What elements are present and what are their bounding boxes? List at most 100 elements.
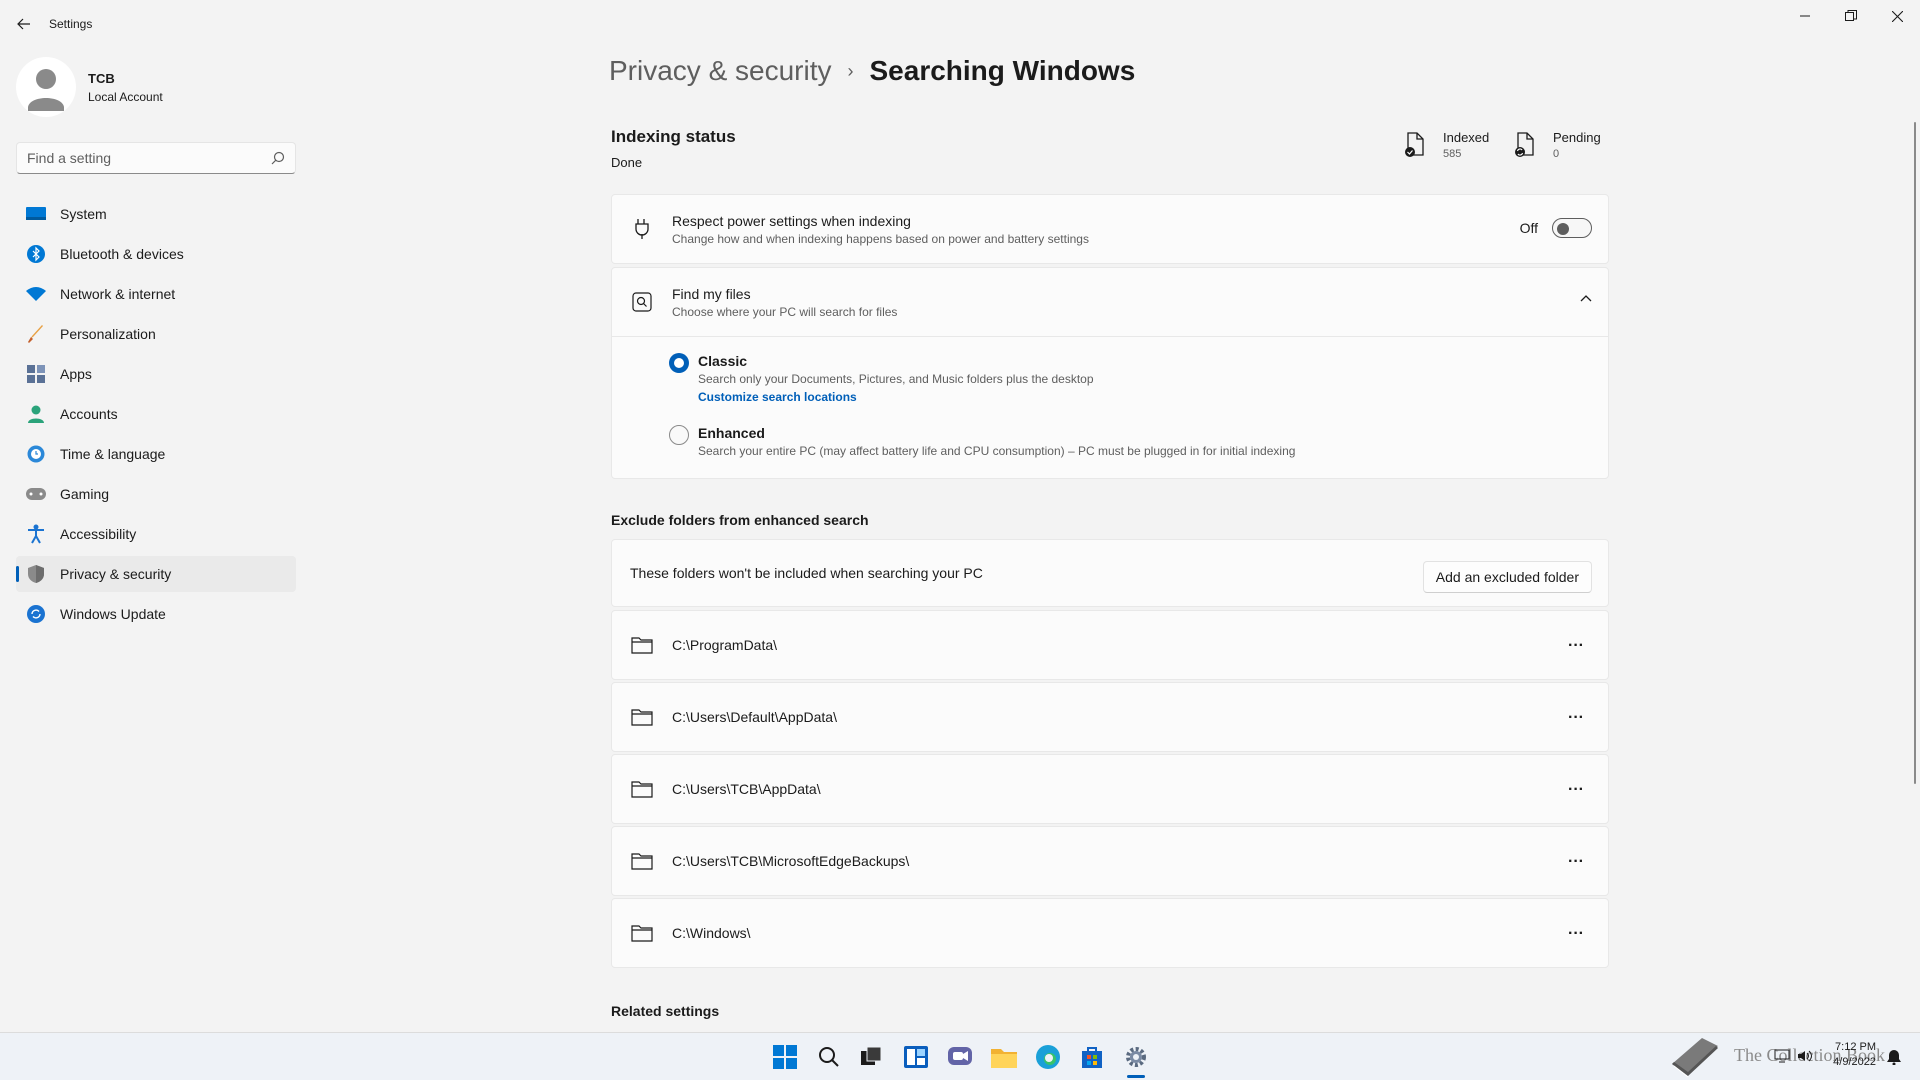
sidebar-item-windows-update[interactable]: Windows Update <box>16 596 296 632</box>
classic-title: Classic <box>698 353 748 369</box>
breadcrumb-parent[interactable]: Privacy & security <box>609 55 832 87</box>
back-button[interactable] <box>10 10 38 38</box>
folder-path: C:\ProgramData\ <box>672 637 778 653</box>
excluded-folder-row: C:\Users\TCB\MicrosoftEdgeBackups\ ··· <box>611 826 1609 896</box>
restore-icon <box>1845 10 1857 21</box>
power-plug-icon <box>630 217 654 241</box>
network-icon[interactable] <box>1774 1049 1790 1063</box>
indexed-stat: Indexed 585 <box>1403 130 1489 160</box>
user-profile[interactable]: TCB Local Account <box>16 57 163 117</box>
clock-time: 7:12 PM <box>1835 1041 1876 1053</box>
file-explorer-button[interactable] <box>990 1043 1018 1071</box>
search-icon <box>819 1047 839 1067</box>
classic-option[interactable]: Classic Search only your Documents, Pict… <box>612 353 1608 404</box>
sidebar-item-label: Gaming <box>60 486 110 502</box>
close-button[interactable] <box>1874 0 1920 32</box>
sidebar-item-system[interactable]: System <box>16 196 296 232</box>
title-bar: Settings <box>0 0 1920 48</box>
breadcrumb: Privacy & security › Searching Windows <box>609 55 1135 87</box>
shield-icon <box>26 564 46 584</box>
arrow-left-icon <box>17 18 30 30</box>
chat-button[interactable] <box>946 1043 974 1071</box>
power-settings-toggle[interactable] <box>1552 218 1592 238</box>
sidebar-item-bluetooth[interactable]: Bluetooth & devices <box>16 236 296 272</box>
excluded-folder-row: C:\Users\Default\AppData\ ··· <box>611 682 1609 752</box>
sidebar-item-personalization[interactable]: Personalization <box>16 316 296 352</box>
folder-path: C:\Windows\ <box>672 925 751 941</box>
document-check-icon <box>1405 132 1424 157</box>
restore-button[interactable] <box>1828 0 1874 32</box>
add-excluded-folder-button[interactable]: Add an excluded folder <box>1422 561 1592 593</box>
sidebar-item-privacy-security[interactable]: Privacy & security <box>16 556 296 592</box>
enhanced-subtitle: Search your entire PC (may affect batter… <box>698 444 1296 458</box>
more-options-icon[interactable]: ··· <box>1568 925 1584 943</box>
gear-icon <box>1126 1047 1146 1067</box>
more-options-icon[interactable]: ··· <box>1568 709 1584 727</box>
folder-icon <box>630 921 654 945</box>
enhanced-option[interactable]: Enhanced Search your entire PC (may affe… <box>612 425 1608 458</box>
indexing-status-value: Done <box>611 155 643 170</box>
book-logo-icon <box>1672 1038 1718 1078</box>
folder-icon <box>630 633 654 657</box>
excluded-folder-row: C:\Users\TCB\AppData\ ··· <box>611 754 1609 824</box>
task-view-button[interactable] <box>858 1043 886 1071</box>
edge-button[interactable] <box>1034 1043 1062 1071</box>
notification-bell-icon[interactable] <box>1886 1049 1902 1065</box>
sidebar-item-time-language[interactable]: Time & language <box>16 436 296 472</box>
pending-stat: Pending 0 <box>1513 130 1601 160</box>
folder-icon <box>630 705 654 729</box>
accessibility-icon <box>26 524 46 544</box>
update-icon <box>26 604 46 624</box>
sidebar-item-label: Accounts <box>60 406 118 422</box>
sidebar-item-accessibility[interactable]: Accessibility <box>16 516 296 552</box>
scrollbar[interactable] <box>1914 122 1916 784</box>
more-options-icon[interactable]: ··· <box>1568 781 1584 799</box>
sidebar-item-label: Personalization <box>60 326 156 342</box>
sidebar-item-label: Privacy & security <box>60 566 172 582</box>
start-button[interactable] <box>771 1043 799 1071</box>
more-options-icon[interactable]: ··· <box>1568 853 1584 871</box>
minimize-button[interactable] <box>1782 0 1828 32</box>
document-sync-icon <box>1515 132 1534 157</box>
person-avatar-icon <box>28 69 64 111</box>
sidebar-item-accounts[interactable]: Accounts <box>16 396 296 432</box>
find-my-files-header[interactable]: Find my files Choose where your PC will … <box>612 268 1608 336</box>
excluded-folder-row: C:\ProgramData\ ··· <box>611 610 1609 680</box>
indexing-status-title: Indexing status <box>611 127 736 146</box>
volume-icon[interactable] <box>1797 1049 1813 1063</box>
taskbar-clock[interactable]: 7:12 PM 4/9/2022 <box>1820 1041 1876 1068</box>
indexed-count: 585 <box>1443 148 1462 160</box>
enhanced-radio[interactable] <box>669 425 689 445</box>
profile-name: TCB <box>88 70 115 86</box>
excluded-folder-row: C:\Windows\ ··· <box>611 898 1609 968</box>
folder-icon <box>991 1049 1017 1068</box>
chat-icon <box>948 1047 972 1065</box>
power-settings-title: Respect power settings when indexing <box>672 212 911 229</box>
folder-path: C:\Users\Default\AppData\ <box>672 709 837 725</box>
taskbar-search-button[interactable] <box>815 1043 843 1071</box>
active-app-indicator <box>1127 1075 1145 1078</box>
sidebar-item-network[interactable]: Network & internet <box>16 276 296 312</box>
chevron-up-icon[interactable] <box>1580 294 1592 302</box>
search-box[interactable] <box>16 142 296 174</box>
find-my-files-title: Find my files <box>672 285 751 302</box>
find-my-files-card: Find my files Choose where your PC will … <box>611 267 1609 479</box>
widgets-icon <box>904 1046 928 1068</box>
pending-count: 0 <box>1553 148 1560 160</box>
classic-radio[interactable] <box>669 353 689 373</box>
sidebar-item-label: Windows Update <box>60 606 166 622</box>
widgets-button[interactable] <box>902 1043 930 1071</box>
power-settings-subtitle: Change how and when indexing happens bas… <box>672 231 1089 246</box>
store-button[interactable] <box>1078 1043 1106 1071</box>
exclude-description: These folders won't be included when sea… <box>630 565 983 581</box>
store-icon <box>1082 1047 1102 1068</box>
settings-app-button[interactable] <box>1122 1043 1150 1071</box>
close-icon <box>1891 10 1903 22</box>
brush-icon <box>26 324 46 344</box>
search-input[interactable] <box>17 150 257 166</box>
customize-search-locations-link[interactable]: Customize search locations <box>698 390 1608 404</box>
sidebar-item-apps[interactable]: Apps <box>16 356 296 392</box>
search-icon[interactable] <box>271 151 285 165</box>
sidebar-item-gaming[interactable]: Gaming <box>16 476 296 512</box>
more-options-icon[interactable]: ··· <box>1568 637 1584 655</box>
